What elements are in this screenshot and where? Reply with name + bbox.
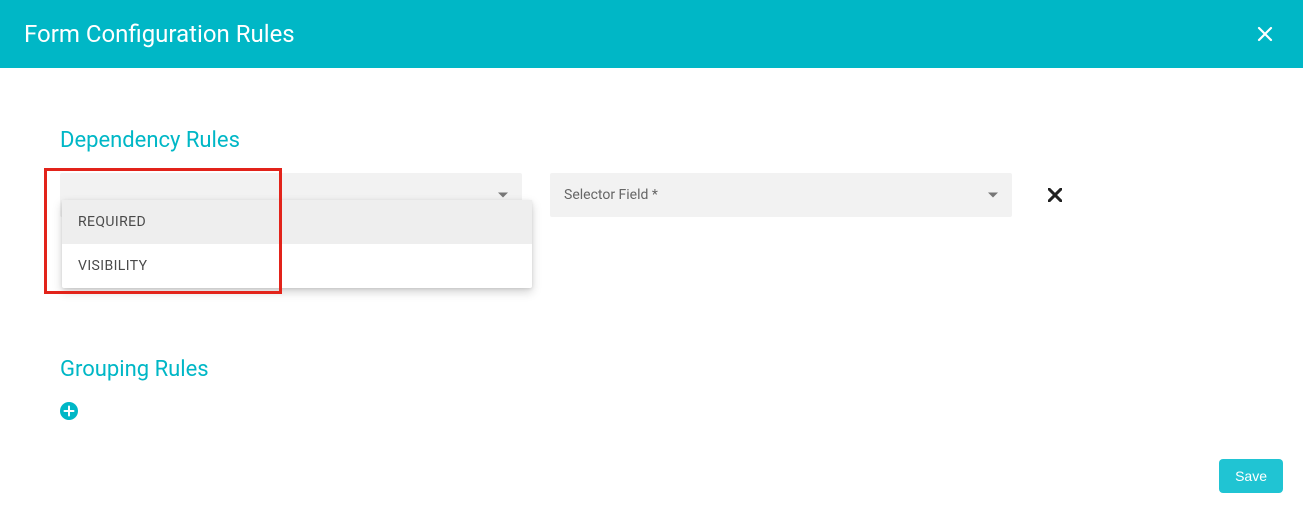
rule-type-option-required[interactable]: REQUIRED	[62, 200, 532, 244]
save-button[interactable]: Save	[1219, 459, 1283, 493]
close-button[interactable]	[1251, 20, 1279, 48]
selector-field-select[interactable]: Selector Field *	[550, 173, 1012, 217]
remove-rule-button[interactable]	[1040, 173, 1070, 217]
selector-field-placeholder: Selector Field *	[564, 187, 658, 203]
chevron-down-icon	[988, 193, 998, 198]
modal-title: Form Configuration Rules	[24, 20, 295, 48]
add-grouping-rule-button[interactable]	[60, 402, 78, 420]
rule-type-option-visibility[interactable]: VISIBILITY	[62, 244, 532, 288]
dependency-rules-title: Dependency Rules	[60, 128, 1243, 153]
modal-header: Form Configuration Rules	[0, 0, 1303, 68]
rule-type-dropdown-menu: REQUIRED VISIBILITY	[62, 200, 532, 288]
grouping-rules-title: Grouping Rules	[60, 357, 1243, 382]
grouping-rules-section: Grouping Rules	[60, 357, 1243, 420]
close-icon	[1257, 26, 1273, 42]
remove-icon	[1048, 188, 1062, 202]
chevron-down-icon	[498, 193, 508, 198]
plus-circle-icon	[60, 402, 78, 420]
